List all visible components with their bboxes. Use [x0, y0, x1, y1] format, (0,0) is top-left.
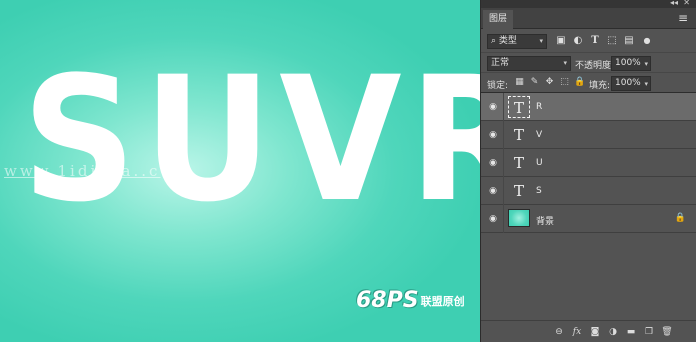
pixel-filter-icon[interactable]: ▣: [555, 35, 567, 47]
eye-icon[interactable]: ◉: [487, 213, 499, 225]
lock-label: 锁定:: [487, 81, 509, 91]
link-icon[interactable]: ⊖: [553, 326, 565, 338]
divider: [503, 121, 504, 149]
chevron-down-icon: ▾: [644, 80, 648, 88]
opacity-value: 100%: [615, 58, 641, 68]
layer-name[interactable]: S: [536, 186, 542, 196]
chevron-down-icon: ▾: [563, 59, 567, 67]
blend-mode-value: 正常: [491, 58, 510, 68]
chevron-down-icon: ▾: [539, 37, 543, 45]
background-layer-thumbnail: [508, 209, 530, 227]
fx-icon[interactable]: fx: [571, 326, 583, 338]
text-layer-thumbnail: T: [513, 154, 524, 172]
collapse-icon[interactable]: ◂◂: [670, 0, 678, 7]
lock-position-icon[interactable]: ✥: [544, 77, 555, 88]
panel-menu-icon[interactable]: ≡: [678, 11, 688, 25]
layer-row-v[interactable]: ◉ T V: [481, 121, 696, 149]
fill-value: 100%: [615, 78, 641, 88]
close-icon[interactable]: ✕: [683, 0, 690, 7]
panel-tab-row: 图层 ≡: [481, 8, 696, 29]
watermark-url: www.1idi ..a..c: [4, 162, 161, 180]
opacity-label: 不透明度:: [575, 61, 615, 71]
divider: [503, 93, 504, 121]
layer-name[interactable]: R: [536, 102, 542, 112]
layer-name[interactable]: V: [536, 130, 542, 140]
fill-input[interactable]: 100% ▾: [611, 76, 651, 91]
eye-icon[interactable]: ◉: [487, 157, 499, 169]
layer-row-r[interactable]: ◉ T R: [481, 93, 696, 121]
fill-label: 填充:: [589, 81, 611, 91]
type-filter-icon[interactable]: T: [589, 35, 601, 47]
layers-panel: ◂◂ ✕ 图层 ≡ ⌕ 类型 ▾ ▣ ◐ T ⬚ ▤ ● 正常 ▾ 不透明度: …: [480, 0, 696, 342]
divider: [503, 205, 504, 233]
panel-bottom-bar: ⊖ fx ◙ ◑ ▬ ❐ 🗑: [481, 320, 696, 342]
logo-mark: 68PS: [356, 288, 419, 313]
layers-list: ◉ T R ◉ T V ◉ T U ◉ T S ◉ 背景 🔒: [481, 93, 696, 233]
eye-icon[interactable]: ◉: [487, 185, 499, 197]
lock-all-icon[interactable]: 🔒: [574, 77, 585, 88]
opacity-input[interactable]: 100% ▾: [611, 56, 651, 71]
layer-row-s[interactable]: ◉ T S: [481, 177, 696, 205]
eye-icon[interactable]: ◉: [487, 129, 499, 141]
mask-icon[interactable]: ◙: [589, 326, 601, 338]
blend-mode-select[interactable]: 正常 ▾: [487, 56, 571, 71]
new-layer-icon[interactable]: ❐: [643, 326, 655, 338]
tab-layers[interactable]: 图层: [483, 10, 513, 29]
text-layer-thumbnail: T: [513, 182, 524, 200]
divider: [503, 149, 504, 177]
text-layer-thumbnail: T: [508, 96, 530, 118]
folder-icon[interactable]: ▬: [625, 326, 637, 338]
adjustment-icon[interactable]: ◑: [607, 326, 619, 338]
layer-name[interactable]: U: [536, 158, 543, 168]
adjustment-filter-icon[interactable]: ◐: [572, 35, 584, 47]
layer-name[interactable]: 背景: [536, 214, 554, 227]
filter-toggle-icon[interactable]: ●: [641, 35, 653, 47]
logo-text: 联盟原创: [420, 294, 465, 308]
divider: [503, 177, 504, 205]
trash-icon[interactable]: 🗑: [661, 326, 673, 338]
blend-row: 正常 ▾ 不透明度: 100% ▾: [481, 53, 696, 73]
lock-row: 锁定: ▦ ✎ ✥ ⬚ 🔒 填充: 100% ▾: [481, 73, 696, 93]
layer-row-u[interactable]: ◉ T U: [481, 149, 696, 177]
canvas-text: SUVR: [22, 39, 539, 240]
text-layer-thumbnail: T: [513, 126, 524, 144]
search-icon: ⌕: [491, 36, 497, 46]
layer-row-background[interactable]: ◉ 背景 🔒: [481, 205, 696, 233]
filter-kind-select[interactable]: ⌕ 类型 ▾: [487, 34, 547, 49]
lock-transparent-icon[interactable]: ▦: [514, 77, 525, 88]
lock-icon: 🔒: [674, 213, 686, 223]
lock-artboard-icon[interactable]: ⬚: [559, 77, 570, 88]
chevron-down-icon: ▾: [644, 60, 648, 68]
filter-row: ⌕ 类型 ▾ ▣ ◐ T ⬚ ▤ ●: [481, 29, 696, 53]
watermark-logo: 68PS 联盟原创: [356, 288, 465, 313]
eye-icon[interactable]: ◉: [487, 101, 499, 113]
smart-object-filter-icon[interactable]: ▤: [623, 35, 635, 47]
shape-filter-icon[interactable]: ⬚: [606, 35, 618, 47]
lock-image-icon[interactable]: ✎: [529, 77, 540, 88]
filter-kind-value: 类型: [498, 36, 517, 46]
panel-title-bar: ◂◂ ✕: [481, 0, 696, 8]
